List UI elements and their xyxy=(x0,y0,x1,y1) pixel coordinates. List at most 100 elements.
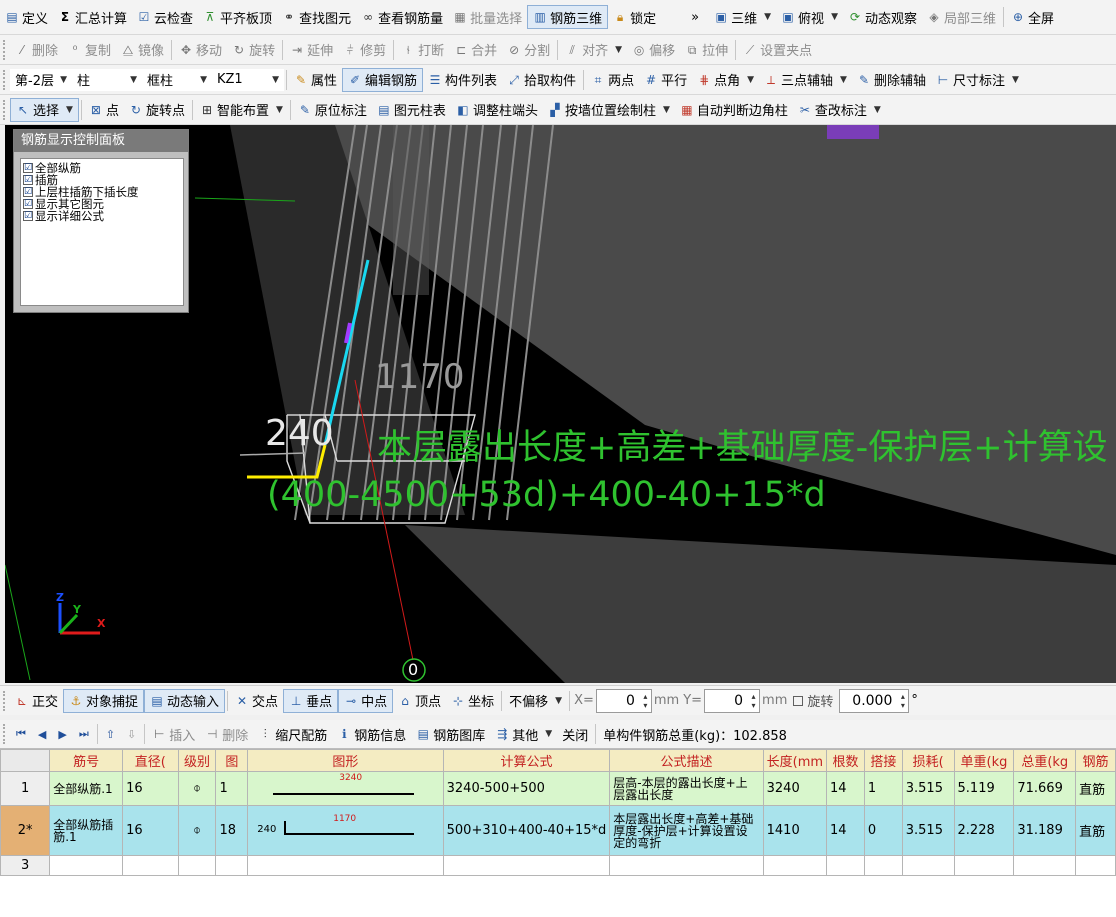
diameter-cell[interactable]: 16 xyxy=(122,805,179,856)
edit-label-dropdown[interactable]: ✂ 查改标注 ▼ xyxy=(793,98,886,122)
smart-layout-dropdown[interactable]: ⊞ 智能布置 ▼ xyxy=(195,98,288,122)
table-row[interactable]: 2* 全部纵筋插筋.1 16 ⌽ 18 240 1170 500+310+400… xyxy=(0,805,1116,856)
find-element-button[interactable]: ⚭ 查找图元 xyxy=(277,5,356,29)
merge-button[interactable]: ⊏ 合并 xyxy=(449,38,502,62)
formula-description-cell[interactable] xyxy=(609,855,764,876)
column-header[interactable]: 图 xyxy=(215,749,249,772)
formula-description-cell[interactable]: 本层露出长度+高差+基础厚度-保护层+计算设置设定的弯折 xyxy=(609,805,764,856)
column-header[interactable]: 计算公式 xyxy=(442,749,611,772)
shape-cell[interactable] xyxy=(247,855,444,876)
dimension-dropdown[interactable]: ⊢ 尺寸标注 ▼ xyxy=(931,68,1024,92)
pick-element-button[interactable]: ⤢ 拾取构件 xyxy=(502,68,581,92)
last-record-icon[interactable]: ⏭ xyxy=(73,727,95,741)
column-header[interactable]: 搭接 xyxy=(863,749,903,772)
define-button[interactable]: ▤ 定义 xyxy=(0,5,53,29)
rebar-type-cell[interactable]: 直筋 xyxy=(1075,771,1116,806)
row-number[interactable]: 1 xyxy=(0,771,51,806)
column-header[interactable]: 钢筋 xyxy=(1075,749,1116,772)
lap-cell[interactable] xyxy=(863,855,903,876)
auto-corner-column-button[interactable]: ▦ 自动判断边角柱 xyxy=(675,98,793,122)
type-select[interactable]: 框柱 ▼ xyxy=(142,68,212,91)
batch-select-button[interactable]: ▦ 批量选择 xyxy=(448,5,527,29)
dynamic-input-toggle[interactable]: ▤ 动态输入 xyxy=(144,688,226,713)
checkbox-show-detail-formula[interactable]: ☑ 显示详细公式 xyxy=(23,210,181,222)
shape-cell[interactable]: 3240 xyxy=(247,771,444,806)
copy-button[interactable]: ⁰ 复制 xyxy=(63,38,116,62)
length-cell[interactable]: 1410 xyxy=(762,805,828,856)
dynamic-observe-button[interactable]: ⟳ 动态观察 xyxy=(843,5,922,29)
rebar-library-button[interactable]: ▤ 钢筋图库 xyxy=(411,722,490,746)
total-weight-cell[interactable]: 31.189 xyxy=(1013,805,1077,856)
unit-weight-cell[interactable]: 2.228 xyxy=(953,805,1015,856)
figure-number-cell[interactable] xyxy=(215,855,249,876)
rebar-name-cell[interactable]: 全部纵筋.1 xyxy=(49,771,124,806)
rebar-name-cell[interactable] xyxy=(49,855,124,876)
lap-cell[interactable]: 1 xyxy=(863,771,903,806)
sum-calc-button[interactable]: Σ 汇总计算 xyxy=(53,5,132,29)
move-down-icon[interactable]: ⇩ xyxy=(121,728,142,741)
in-place-label-button[interactable]: ✎ 原位标注 xyxy=(293,98,372,122)
count-cell[interactable]: 14 xyxy=(826,805,865,856)
intersection-snap[interactable]: ✕ 交点 xyxy=(230,689,283,713)
column-header[interactable]: 筋号 xyxy=(49,749,124,772)
total-weight-cell[interactable]: 71.669 xyxy=(1013,771,1077,806)
view-rebar-qty-button[interactable]: ∞ 查看钢筋量 xyxy=(356,5,448,29)
move-up-icon[interactable]: ⇧ xyxy=(100,728,121,741)
floor-select[interactable]: 第-2层 ▼ xyxy=(10,68,72,91)
delete-button[interactable]: ⁄ 删除 xyxy=(10,38,63,62)
toolbar-grip[interactable] xyxy=(3,690,7,711)
toolbar-grip[interactable] xyxy=(3,69,7,90)
break-button[interactable]: ⫮ 打断 xyxy=(396,38,449,62)
formula-cell[interactable]: 500+310+400-40+15*d xyxy=(442,805,611,856)
toolbar-grip[interactable] xyxy=(3,724,7,744)
loss-cell[interactable] xyxy=(901,855,955,876)
column-header[interactable]: 级别 xyxy=(177,749,217,772)
length-cell[interactable]: 3240 xyxy=(762,771,828,806)
loss-cell[interactable]: 3.515 xyxy=(901,771,955,806)
lock-button[interactable]: 🔒︎ 锁定 xyxy=(608,5,661,29)
column-header[interactable]: 长度(mm xyxy=(762,749,828,772)
move-button[interactable]: ✥ 移动 xyxy=(174,38,227,62)
toolbar-grip[interactable] xyxy=(3,99,7,120)
formula-description-cell[interactable]: 层高-本层的露出长度+上层露出长度 xyxy=(609,771,764,806)
element-column-table-button[interactable]: ▤ 图元柱表 xyxy=(372,98,451,122)
grade-cell[interactable]: ⌽ xyxy=(177,805,217,856)
next-record-icon[interactable]: ▶ xyxy=(52,728,72,741)
column-header[interactable]: 单重(kg xyxy=(953,749,1015,772)
select-dropdown[interactable]: ↖ 选择 ▼ xyxy=(10,97,79,122)
other-dropdown[interactable]: ⇶ 其他 ▼ xyxy=(490,722,557,746)
x-coordinate-input[interactable]: 0 xyxy=(595,688,652,713)
delete-row-button[interactable]: ⊣ 删除 xyxy=(200,722,253,746)
element-list-button[interactable]: ☰ 构件列表 xyxy=(423,68,502,92)
full-screen-button[interactable]: ⊕ 全屏 xyxy=(1006,5,1059,29)
figure-number-cell[interactable]: 1 xyxy=(215,771,249,806)
vertex-snap[interactable]: ⌂ 顶点 xyxy=(393,689,446,713)
top-view-dropdown[interactable]: ▣ 俯视 ▼ xyxy=(776,5,843,29)
rebar-info-button[interactable]: ℹ 钢筋信息 xyxy=(332,722,411,746)
row-number[interactable]: 2* xyxy=(0,805,51,856)
properties-button[interactable]: ✎ 属性 xyxy=(289,68,342,92)
parallel-button[interactable]: # 平行 xyxy=(639,68,692,92)
rotate-button[interactable]: ↻ 旋转 xyxy=(227,38,280,62)
formula-cell[interactable] xyxy=(442,855,611,876)
local-3d-button[interactable]: ◈ 局部三维 xyxy=(922,5,1001,29)
diameter-cell[interactable]: 16 xyxy=(122,771,179,806)
draw-by-wall-dropdown[interactable]: ▞ 按墙位置绘制柱 ▼ xyxy=(543,98,675,122)
row-number[interactable]: 3 xyxy=(0,855,51,876)
shape-cell[interactable]: 240 1170 xyxy=(247,805,444,856)
column-header[interactable]: 根数 xyxy=(826,749,865,772)
loss-cell[interactable]: 3.515 xyxy=(901,805,955,856)
y-coordinate-input[interactable]: 0 xyxy=(704,688,761,713)
offset-mode-dropdown[interactable]: 不偏移 ▼ xyxy=(504,689,567,713)
extend-button[interactable]: ⇥ 延伸 xyxy=(285,38,338,62)
three-point-axis-dropdown[interactable]: ⟂ 三点辅轴 ▼ xyxy=(759,68,852,92)
panel-title[interactable]: 钢筋显示控制面板 xyxy=(14,130,188,152)
grade-cell[interactable] xyxy=(177,855,217,876)
align-slab-button[interactable]: ⊼ 平齐板顶 xyxy=(198,5,277,29)
rotate-checkbox[interactable] xyxy=(793,695,804,706)
figure-number-cell[interactable]: 18 xyxy=(215,805,249,856)
total-weight-cell[interactable] xyxy=(1013,855,1077,876)
mirror-button[interactable]: ⧋ 镜像 xyxy=(116,38,169,62)
column-header[interactable]: 损耗( xyxy=(901,749,955,772)
grade-cell[interactable]: ⌽ xyxy=(177,771,217,806)
